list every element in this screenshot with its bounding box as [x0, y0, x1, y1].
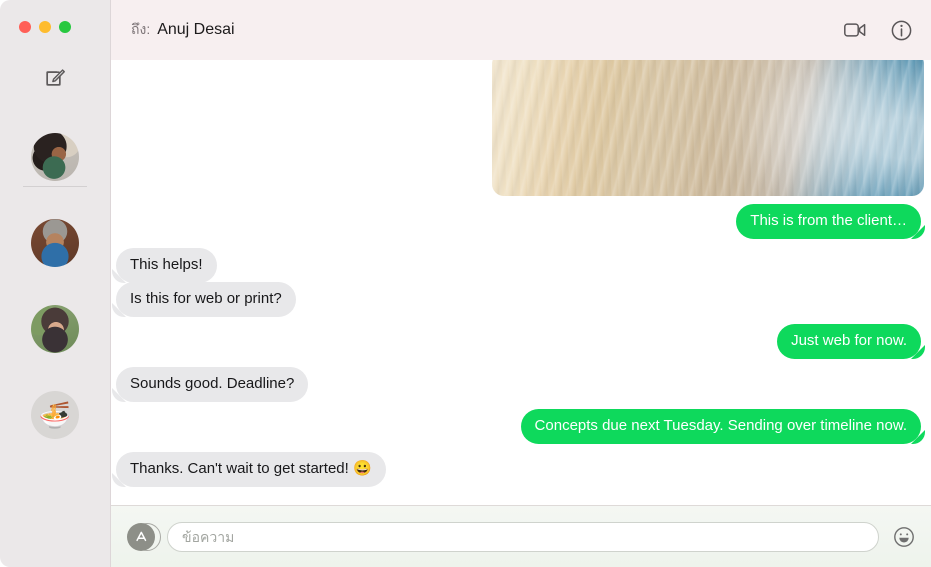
message-composer — [111, 505, 931, 567]
photo-texture-b — [492, 60, 924, 196]
messages-window: 🍜 ถึง: Anuj Desai This is from the clien… — [0, 0, 931, 567]
info-icon — [891, 20, 911, 40]
message-row-outgoing: Just web for now. — [777, 324, 921, 359]
header-actions — [843, 18, 913, 42]
message-bubble[interactable]: Is this for web or print? — [116, 282, 296, 317]
imessage-apps-button[interactable] — [127, 522, 161, 551]
avatar: 🍜 — [31, 391, 79, 439]
sidebar-item-conversation-1[interactable] — [0, 114, 110, 200]
avatar — [31, 305, 79, 353]
close-button[interactable] — [19, 21, 31, 33]
attachment-row — [492, 60, 924, 196]
compose-icon — [46, 69, 65, 86]
avatar — [31, 133, 79, 181]
message-row-incoming: Sounds good. Deadline? — [116, 367, 309, 402]
message-row-incoming: Is this for web or print? — [116, 282, 296, 317]
video-camera-icon — [844, 23, 866, 37]
message-bubble[interactable]: This helps! — [116, 248, 217, 283]
sidebar-item-conversation-2[interactable] — [0, 200, 110, 286]
conversation-pane: ถึง: Anuj Desai This is from the client…… — [110, 0, 931, 567]
traffic-lights — [19, 21, 71, 33]
sidebar-item-conversation-4[interactable]: 🍜 — [0, 372, 110, 458]
avatar — [31, 219, 79, 267]
message-bubble[interactable]: Thanks. Can't wait to get started! 😀 — [116, 452, 386, 487]
message-input[interactable] — [167, 521, 879, 552]
sidebar: 🍜 — [0, 0, 110, 567]
details-button[interactable] — [889, 18, 913, 42]
message-bubble[interactable]: This is from the client… — [736, 204, 921, 239]
compose-message-button[interactable] — [42, 64, 68, 90]
message-bubble[interactable]: Sounds good. Deadline? — [116, 367, 309, 402]
app-store-glyph — [135, 531, 146, 542]
facetime-button[interactable] — [843, 18, 867, 42]
app-store-icon — [127, 522, 155, 551]
emoji-picker-button[interactable] — [891, 524, 917, 550]
message-bubble[interactable]: Just web for now. — [777, 324, 921, 359]
message-bubble[interactable]: Concepts due next Tuesday. Sending over … — [520, 409, 921, 444]
zoom-button[interactable] — [59, 21, 71, 33]
message-row-incoming: This helps! — [116, 248, 217, 283]
minimize-button[interactable] — [39, 21, 51, 33]
message-row-outgoing: This is from the client… — [736, 204, 921, 239]
message-transcript[interactable]: This is from the client… This helps! Is … — [111, 60, 931, 505]
photo-attachment[interactable] — [492, 60, 924, 196]
message-row-incoming: Thanks. Can't wait to get started! 😀 — [116, 452, 386, 487]
recipient-name: Anuj Desai — [157, 21, 235, 38]
smiley-face-icon — [894, 526, 914, 547]
message-row-outgoing: Concepts due next Tuesday. Sending over … — [520, 409, 921, 444]
to-label: ถึง: — [131, 21, 151, 37]
conversation-header: ถึง: Anuj Desai — [111, 0, 931, 60]
sidebar-item-conversation-3[interactable] — [0, 286, 110, 372]
conversation-list: 🍜 — [0, 114, 110, 458]
